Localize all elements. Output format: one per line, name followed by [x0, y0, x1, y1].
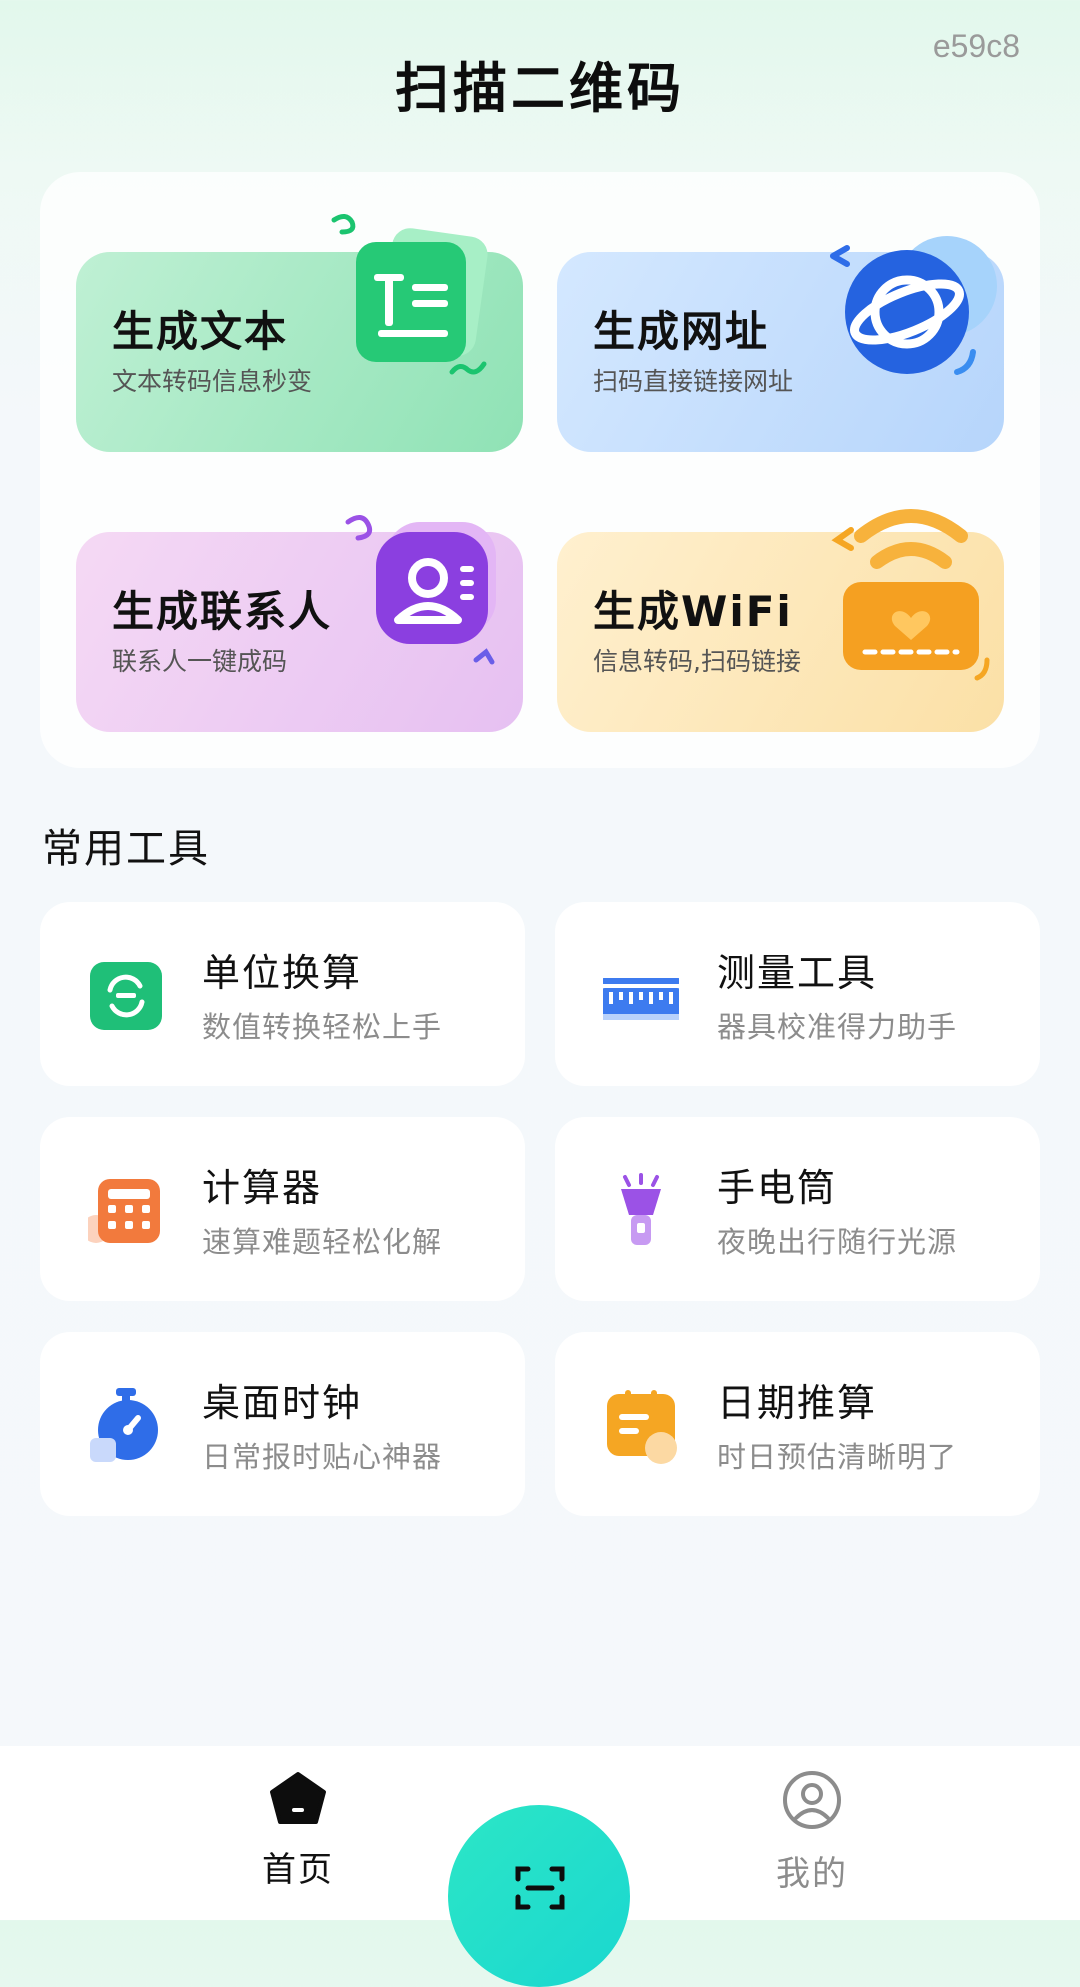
calculator-icon — [88, 1179, 160, 1243]
generator-panel: 生成文本 文本转码信息秒变 生成网址 扫码直接链接网址 生成联系人 联系人一键成… — [40, 172, 1040, 768]
wifi-router-icon — [831, 509, 990, 681]
tool-calculator-title: 计算器 — [202, 1166, 323, 1210]
tool-calculator[interactable]: 计算器 速算难题轻松化解 — [40, 1117, 525, 1301]
unit-convert-icon — [90, 962, 162, 1030]
generate-url-title: 生成网址 — [593, 307, 770, 356]
tool-unit-convert-title: 单位换算 — [202, 951, 363, 995]
tool-desk-clock-desc: 日常报时贴心神器 — [202, 1440, 443, 1474]
tab-home[interactable]: 首页 — [228, 1770, 368, 1891]
tool-calculator-desc: 速算难题轻松化解 — [202, 1225, 443, 1259]
header-code: e59c8 — [932, 28, 1020, 64]
scan-button[interactable] — [448, 1805, 630, 1987]
page-title: 扫描二维码 — [395, 57, 685, 120]
home-icon — [270, 1772, 326, 1824]
tool-flashlight-desc: 夜晚出行随行光源 — [717, 1225, 958, 1259]
generate-wifi-desc: 信息转码,扫码链接 — [593, 647, 801, 676]
generate-text-title: 生成文本 — [112, 307, 289, 356]
tool-measure-desc: 器具校准得力助手 — [717, 1010, 958, 1044]
generate-text-card[interactable]: 生成文本 文本转码信息秒变 — [76, 214, 523, 452]
tool-flashlight-title: 手电筒 — [717, 1166, 838, 1210]
generate-contact-desc: 联系人一键成码 — [112, 647, 288, 676]
generate-url-desc: 扫码直接链接网址 — [593, 367, 794, 396]
tab-home-label: 首页 — [262, 1850, 334, 1890]
generate-text-desc: 文本转码信息秒变 — [112, 367, 313, 396]
tab-me-label: 我的 — [776, 1854, 848, 1894]
tool-date-calc-title: 日期推算 — [717, 1381, 878, 1425]
tool-desk-clock-title: 桌面时钟 — [202, 1381, 363, 1425]
tool-measure-title: 测量工具 — [717, 951, 878, 995]
tool-flashlight[interactable]: 手电筒 夜晚出行随行光源 — [555, 1117, 1040, 1301]
tab-me[interactable]: 我的 — [742, 1770, 882, 1895]
contact-card-icon — [345, 515, 496, 665]
calendar-note-icon — [607, 1390, 677, 1464]
generate-url-card[interactable]: 生成网址 扫码直接链接网址 — [557, 236, 1004, 452]
generate-wifi-card[interactable]: 生成WiFi 信息转码,扫码链接 — [557, 509, 1004, 732]
stopwatch-icon — [90, 1388, 158, 1462]
tool-unit-convert[interactable]: 单位换算 数值转换轻松上手 — [40, 902, 525, 1086]
scan-icon — [515, 1866, 565, 1910]
tools-section-title: 常用工具 — [42, 826, 210, 872]
planet-link-icon — [830, 236, 997, 375]
tool-unit-convert-desc: 数值转换轻松上手 — [202, 1010, 443, 1044]
tool-desk-clock[interactable]: 桌面时钟 日常报时贴心神器 — [40, 1332, 525, 1516]
tool-date-calc-desc: 时日预估清晰明了 — [717, 1440, 958, 1474]
generate-contact-card[interactable]: 生成联系人 联系人一键成码 — [76, 515, 523, 732]
user-icon — [783, 1771, 841, 1829]
tool-measure[interactable]: 测量工具 器具校准得力助手 — [555, 902, 1040, 1086]
generate-wifi-title: 生成WiFi — [593, 587, 793, 636]
tool-date-calc[interactable]: 日期推算 时日预估清晰明了 — [555, 1332, 1040, 1516]
generate-contact-title: 生成联系人 — [112, 587, 333, 636]
flashlight-icon — [621, 1173, 661, 1245]
text-doc-icon — [331, 214, 488, 375]
ruler-icon — [603, 978, 679, 1020]
